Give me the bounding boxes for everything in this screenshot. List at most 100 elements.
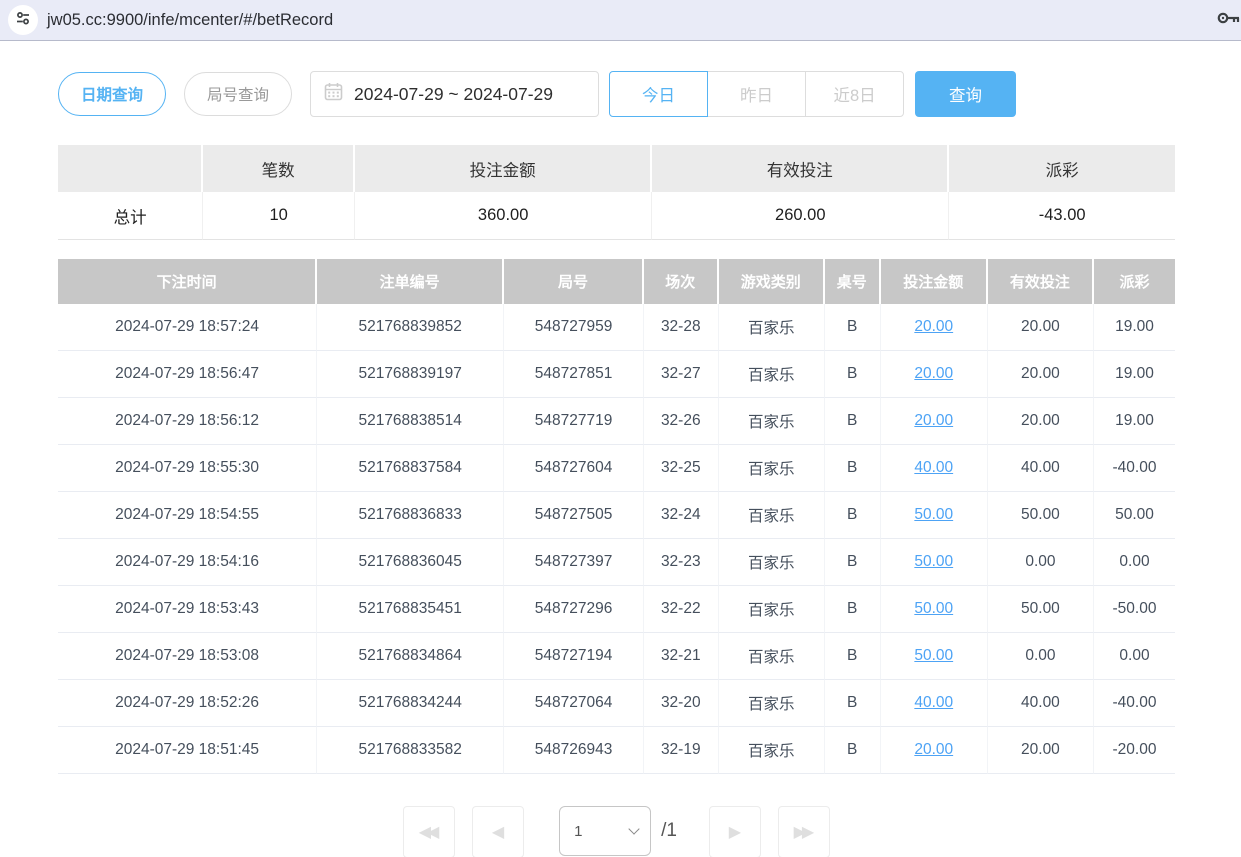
left-arrow-icon: ◀ bbox=[492, 822, 504, 842]
cell-game-type: 百家乐 bbox=[719, 398, 825, 445]
cell-game-type: 百家乐 bbox=[719, 492, 825, 539]
cell-round-id: 548727064 bbox=[504, 680, 644, 727]
header-table-no: 桌号 bbox=[825, 259, 881, 304]
summary-bet-amount: 360.00 bbox=[355, 192, 652, 240]
date-query-tab[interactable]: 日期查询 bbox=[58, 72, 166, 116]
url-text[interactable]: jw05.cc:9900/infe/mcenter/#/betRecord bbox=[47, 11, 333, 30]
cell-game-type: 百家乐 bbox=[719, 680, 825, 727]
cell-payout: 0.00 bbox=[1094, 539, 1175, 586]
prev-page-button[interactable]: ◀ bbox=[472, 806, 524, 857]
bet-amount-link[interactable]: 50.00 bbox=[914, 506, 953, 523]
page-select[interactable]: 1 bbox=[559, 806, 651, 856]
quick-yesterday-button[interactable]: 昨日 bbox=[707, 71, 806, 117]
cell-game-type: 百家乐 bbox=[719, 727, 825, 774]
bet-amount-link[interactable]: 20.00 bbox=[914, 412, 953, 429]
page-select-wrap: 1 bbox=[559, 806, 651, 856]
bet-amount-link[interactable]: 40.00 bbox=[914, 459, 953, 476]
cell-valid-bet: 0.00 bbox=[988, 633, 1094, 680]
bet-amount-link[interactable]: 20.00 bbox=[914, 318, 953, 335]
table-row: 2024-07-29 18:54:16 521768836045 5487273… bbox=[58, 539, 1175, 586]
cell-bet-time: 2024-07-29 18:56:47 bbox=[58, 351, 317, 398]
cell-table-no: B bbox=[825, 445, 881, 492]
cell-bet-time: 2024-07-29 18:52:26 bbox=[58, 680, 317, 727]
last-page-button[interactable]: ▶▶ bbox=[778, 806, 830, 857]
next-page-button[interactable]: ▶ bbox=[709, 806, 761, 857]
bet-amount-link[interactable]: 40.00 bbox=[914, 694, 953, 711]
cell-table-no: B bbox=[825, 680, 881, 727]
cell-session: 32-28 bbox=[644, 304, 719, 351]
bet-amount-link[interactable]: 20.00 bbox=[914, 365, 953, 382]
table-row: 2024-07-29 18:52:26 521768834244 5487270… bbox=[58, 680, 1175, 727]
cell-bet-amount: 40.00 bbox=[881, 680, 988, 727]
cell-valid-bet: 50.00 bbox=[988, 492, 1094, 539]
cell-table-no: B bbox=[825, 304, 881, 351]
cell-payout: -20.00 bbox=[1094, 727, 1175, 774]
cell-valid-bet: 50.00 bbox=[988, 586, 1094, 633]
table-row: 2024-07-29 18:55:30 521768837584 5487276… bbox=[58, 445, 1175, 492]
bet-amount-link[interactable]: 50.00 bbox=[914, 647, 953, 664]
quick-date-group: 今日 昨日 近8日 bbox=[609, 71, 904, 117]
table-row: 2024-07-29 18:53:08 521768834864 5487271… bbox=[58, 633, 1175, 680]
cell-table-no: B bbox=[825, 727, 881, 774]
summary-header-blank bbox=[58, 145, 203, 192]
cell-bet-amount: 50.00 bbox=[881, 633, 988, 680]
summary-payout: -43.00 bbox=[949, 192, 1175, 240]
first-page-button[interactable]: ◀◀ bbox=[403, 806, 455, 857]
cell-round-id: 548727194 bbox=[504, 633, 644, 680]
cell-payout: 19.00 bbox=[1094, 304, 1175, 351]
cell-valid-bet: 20.00 bbox=[988, 398, 1094, 445]
cell-payout: 0.00 bbox=[1094, 633, 1175, 680]
header-bet-amount: 投注金额 bbox=[881, 259, 988, 304]
right-arrow-icon: ▶ bbox=[729, 822, 741, 842]
cell-payout: 19.00 bbox=[1094, 351, 1175, 398]
cell-bet-amount: 50.00 bbox=[881, 492, 988, 539]
cell-round-id: 548727959 bbox=[504, 304, 644, 351]
summary-header-row: 笔数 投注金额 有效投注 派彩 bbox=[58, 145, 1175, 192]
cell-bet-amount: 40.00 bbox=[881, 445, 988, 492]
cell-game-type: 百家乐 bbox=[719, 633, 825, 680]
total-pages-label: /1 bbox=[661, 806, 677, 856]
summary-valid-bet: 260.00 bbox=[652, 192, 949, 240]
summary-table: 笔数 投注金额 有效投注 派彩 总计 10 360.00 260.00 -43.… bbox=[58, 145, 1175, 240]
cell-session: 32-20 bbox=[644, 680, 719, 727]
cell-session: 32-23 bbox=[644, 539, 719, 586]
summary-total-label: 总计 bbox=[58, 192, 203, 240]
bet-amount-link[interactable]: 50.00 bbox=[914, 600, 953, 617]
cell-session: 32-21 bbox=[644, 633, 719, 680]
cell-bet-id: 521768833582 bbox=[317, 727, 504, 774]
table-row: 2024-07-29 18:53:43 521768835451 5487272… bbox=[58, 586, 1175, 633]
cell-bet-id: 521768838514 bbox=[317, 398, 504, 445]
cell-bet-amount: 50.00 bbox=[881, 586, 988, 633]
cell-valid-bet: 40.00 bbox=[988, 680, 1094, 727]
search-button[interactable]: 查询 bbox=[915, 71, 1016, 117]
cell-bet-id: 521768839197 bbox=[317, 351, 504, 398]
round-query-tab[interactable]: 局号查询 bbox=[184, 72, 292, 116]
cell-bet-id: 521768837584 bbox=[317, 445, 504, 492]
cell-table-no: B bbox=[825, 351, 881, 398]
cell-bet-time: 2024-07-29 18:54:55 bbox=[58, 492, 317, 539]
cell-bet-amount: 20.00 bbox=[881, 727, 988, 774]
bet-table: 下注时间 注单编号 局号 场次 游戏类别 桌号 投注金额 有效投注 派彩 202… bbox=[58, 259, 1175, 774]
bet-amount-link[interactable]: 20.00 bbox=[914, 741, 953, 758]
password-manager-button[interactable] bbox=[1215, 5, 1241, 36]
quick-today-button[interactable]: 今日 bbox=[609, 71, 708, 117]
cell-table-no: B bbox=[825, 398, 881, 445]
cell-bet-time: 2024-07-29 18:55:30 bbox=[58, 445, 317, 492]
cell-payout: -40.00 bbox=[1094, 680, 1175, 727]
cell-payout: 50.00 bbox=[1094, 492, 1175, 539]
cell-bet-time: 2024-07-29 18:57:24 bbox=[58, 304, 317, 351]
bet-amount-link[interactable]: 50.00 bbox=[914, 553, 953, 570]
cell-table-no: B bbox=[825, 492, 881, 539]
cell-game-type: 百家乐 bbox=[719, 539, 825, 586]
cell-game-type: 百家乐 bbox=[719, 586, 825, 633]
table-row: 2024-07-29 18:54:55 521768836833 5487275… bbox=[58, 492, 1175, 539]
table-row: 2024-07-29 18:51:45 521768833582 5487269… bbox=[58, 727, 1175, 774]
site-settings-button[interactable] bbox=[8, 5, 38, 35]
key-icon bbox=[1215, 5, 1241, 36]
cell-round-id: 548727604 bbox=[504, 445, 644, 492]
summary-total-row: 总计 10 360.00 260.00 -43.00 bbox=[58, 192, 1175, 240]
quick-last8days-button[interactable]: 近8日 bbox=[805, 71, 904, 117]
cell-session: 32-25 bbox=[644, 445, 719, 492]
date-range-picker[interactable]: 2024-07-29 ~ 2024-07-29 bbox=[310, 71, 599, 117]
bet-table-body: 2024-07-29 18:57:24 521768839852 5487279… bbox=[58, 304, 1175, 774]
